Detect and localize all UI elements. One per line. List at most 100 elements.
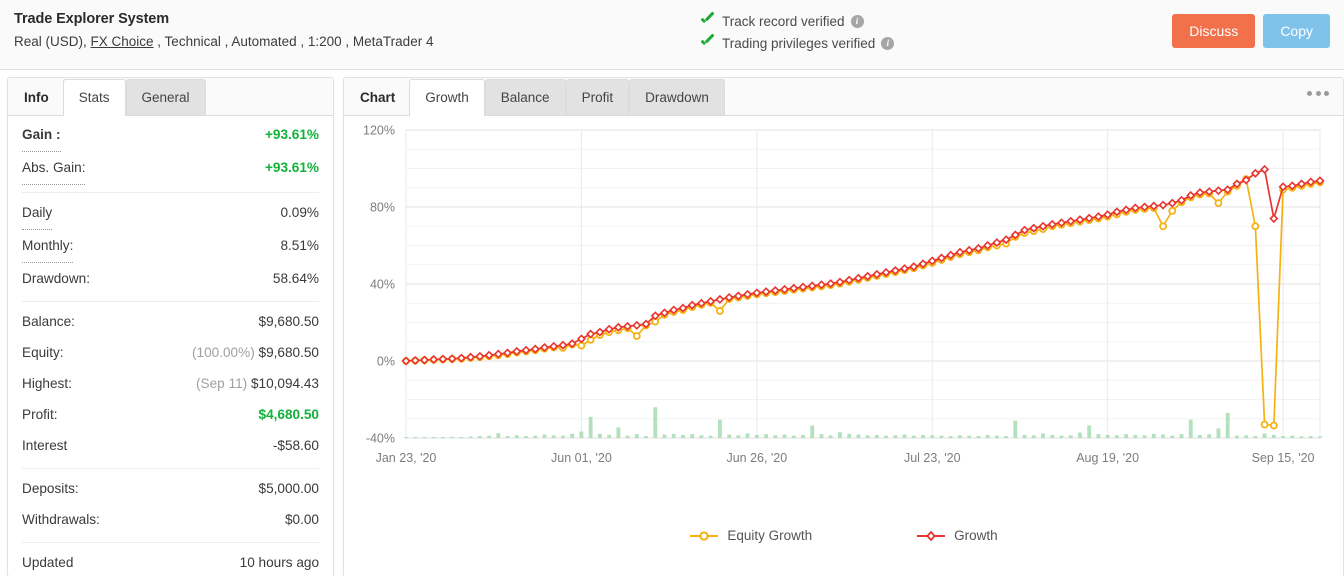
check-icon (700, 14, 716, 28)
broker-link[interactable]: FX Choice (91, 34, 154, 49)
stat-label: Drawdown: (22, 271, 90, 286)
chart-canvas: 120% 80% 40% 0% -40% Jan 23, '20 Jun 01, '20 Ju… (363, 124, 1325, 465)
stat-label: Interest (22, 438, 68, 453)
stat-row-deposits: Deposits: $5,000.00 (22, 473, 319, 504)
stat-value: $0.00 (284, 512, 319, 527)
stat-row-interest: Interest -$58.60 (22, 430, 319, 461)
stat-row-withdrawals: Withdrawals: $0.00 (22, 504, 319, 535)
account-meta-post: , Technical , Automated , 1:200 , MetaTr… (153, 34, 434, 49)
tab-growth[interactable]: Growth (409, 79, 485, 116)
verification-row-track-record: Track record verified i (700, 10, 894, 32)
stat-row-highest: Highest: (Sep 11) $10,094.43 (22, 368, 319, 399)
svg-text:Sep 15, '20: Sep 15, '20 (1252, 451, 1315, 465)
chart-panel: Chart Growth Balance Profit Drawdown 120… (343, 77, 1344, 576)
chart-legend: Equity Growth Growth (344, 528, 1343, 543)
stat-row-balance: Balance: $9,680.50 (22, 306, 319, 337)
verification-label: Track record verified (722, 13, 845, 29)
stat-value: (100.00%) $9,680.50 (192, 337, 319, 368)
stat-label: Balance: (22, 314, 75, 329)
legend-label: Equity Growth (727, 528, 813, 543)
account-meta: Real (USD), FX Choice , Technical , Auto… (14, 31, 1330, 53)
check-icon (700, 36, 716, 50)
chart-tabs: Chart Growth Balance Profit Drawdown (344, 78, 1343, 116)
legend-label: Growth (954, 528, 998, 543)
divider (22, 542, 319, 543)
legend-item-equity-growth[interactable]: Equity Growth (689, 528, 812, 543)
stat-label: Profit: (22, 407, 58, 422)
stat-value-prefix: (Sep 11) (196, 376, 248, 391)
stat-value-prefix: (100.00%) (192, 345, 255, 360)
svg-text:Jun 01, '20: Jun 01, '20 (551, 451, 612, 465)
divider (22, 301, 319, 302)
stat-label: Abs. Gain: (22, 152, 86, 185)
svg-text:Jun 26, '20: Jun 26, '20 (726, 451, 787, 465)
stat-row-updated: Updated 10 hours ago (22, 547, 319, 576)
svg-text:-40%: -40% (366, 432, 395, 446)
stat-value: +93.61% (264, 127, 319, 142)
content-area: Info Stats General Gain : +93.61% Abs. G… (0, 70, 1344, 576)
verification-row-trading-privileges: Trading privileges verified i (700, 32, 895, 54)
header-actions: Discuss Copy (1172, 14, 1330, 48)
panel-title-info: Info (24, 90, 49, 105)
stat-value: 10 hours ago (239, 555, 319, 570)
tab-general[interactable]: General (125, 79, 206, 115)
stat-label: Withdrawals: (22, 512, 100, 527)
stat-row-daily: Daily 0.09% (22, 197, 319, 230)
stat-label: Updated (22, 555, 74, 570)
page-title: Trade Explorer System (14, 11, 170, 27)
tab-drawdown[interactable]: Drawdown (629, 79, 725, 115)
svg-text:40%: 40% (370, 278, 395, 292)
stats-tabs: Info Stats General (8, 78, 333, 116)
stat-row-monthly: Monthly: 8.51% (22, 230, 319, 263)
verification-label: Trading privileges verified (722, 35, 876, 51)
stat-row-gain: Gain : +93.61% (22, 119, 319, 152)
stat-row-drawdown: Drawdown: 58.64% (22, 263, 319, 294)
discuss-button[interactable]: Discuss (1172, 14, 1256, 48)
stat-label: Deposits: (22, 481, 79, 496)
stat-row-profit: Profit: $4,680.50 (22, 399, 319, 430)
stat-value: $4,680.50 (258, 407, 319, 422)
legend-marker-growth (917, 530, 946, 541)
stat-label: Highest: (22, 376, 72, 391)
svg-text:120%: 120% (363, 124, 395, 138)
page-header: Trade Explorer System Real (USD), FX Cho… (0, 0, 1344, 70)
stats-list: Gain : +93.61% Abs. Gain: +93.61% Daily … (8, 116, 333, 576)
stat-label: Daily (22, 197, 53, 230)
tab-balance[interactable]: Balance (484, 79, 566, 115)
stat-value: $5,000.00 (258, 481, 319, 496)
stat-value-main: $9,680.50 (258, 345, 319, 360)
tab-stats[interactable]: Stats (62, 79, 126, 116)
svg-text:0%: 0% (377, 355, 395, 369)
stat-value: -$58.60 (272, 438, 319, 453)
legend-marker-equity-growth (690, 530, 719, 541)
stat-label: Gain : (22, 119, 61, 152)
info-icon[interactable]: i (881, 36, 895, 50)
stat-value-main: $10,094.43 (250, 376, 319, 391)
stat-row-abs-gain: Abs. Gain: +93.61% (22, 152, 319, 185)
panel-title-chart: Chart (360, 90, 396, 105)
growth-chart: 120% 80% 40% 0% -40% Jan 23, '20 Jun 01, '20 Ju… (344, 116, 1343, 576)
svg-text:80%: 80% (370, 201, 395, 215)
stats-panel: Info Stats General Gain : +93.61% Abs. G… (7, 77, 334, 576)
legend-item-growth[interactable]: Growth (916, 528, 998, 543)
stat-value: +93.61% (264, 160, 319, 175)
stat-value: 8.51% (280, 238, 319, 253)
stat-value: $9,680.50 (258, 314, 319, 329)
stat-label: Equity: (22, 345, 64, 360)
divider (22, 468, 319, 469)
verification-block: Track record verified i Trading privileg… (700, 10, 895, 54)
stat-value: 0.09% (280, 205, 319, 220)
stat-value: (Sep 11) $10,094.43 (196, 368, 319, 399)
tab-profit[interactable]: Profit (565, 79, 630, 115)
account-meta-pre: Real (USD), (14, 34, 91, 49)
divider (22, 192, 319, 193)
stat-row-equity: Equity: (100.00%) $9,680.50 (22, 337, 319, 368)
stat-value: 58.64% (272, 271, 319, 286)
copy-button[interactable]: Copy (1263, 14, 1330, 48)
svg-text:Jul 23, '20: Jul 23, '20 (904, 451, 961, 465)
svg-text:Aug 19, '20: Aug 19, '20 (1076, 451, 1139, 465)
svg-text:Jan 23, '20: Jan 23, '20 (376, 451, 437, 465)
ellipsis-icon[interactable] (1303, 87, 1333, 100)
info-icon[interactable]: i (850, 14, 864, 28)
stat-label: Monthly: (22, 230, 74, 263)
